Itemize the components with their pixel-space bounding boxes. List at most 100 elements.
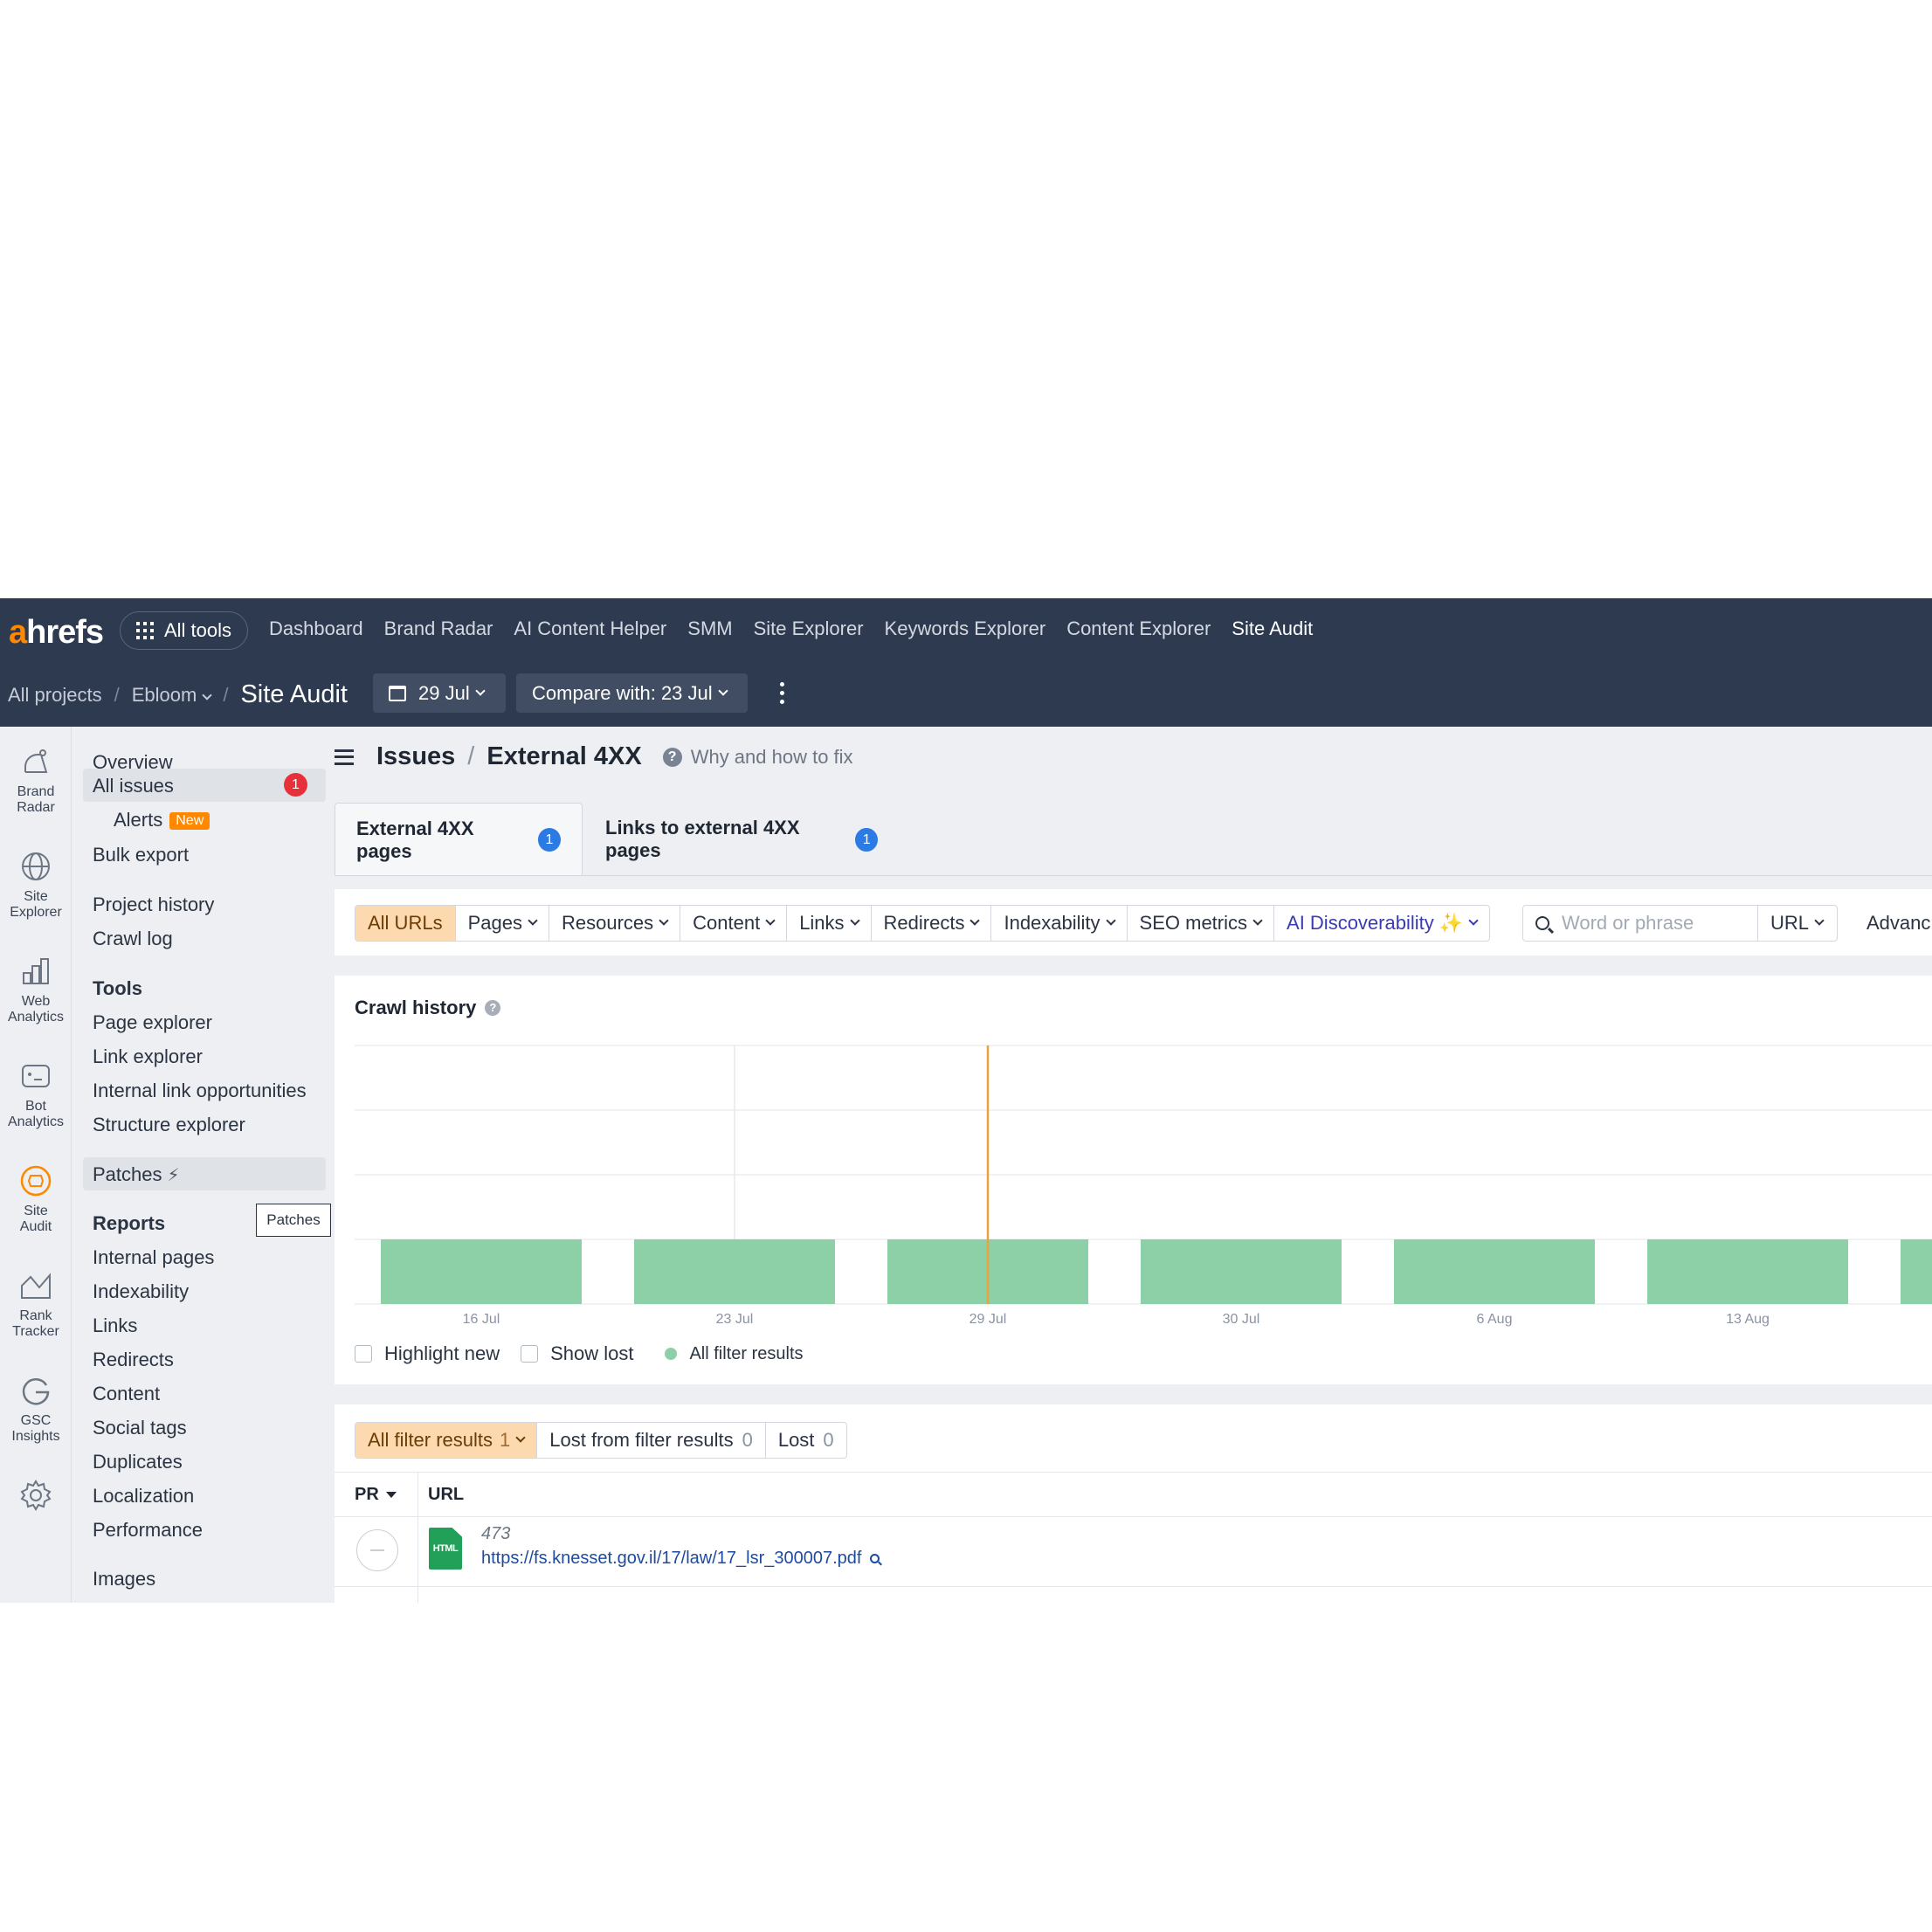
rank-tracker-icon xyxy=(18,1268,53,1303)
why-how-to-fix-link[interactable]: Why and how to fix xyxy=(691,746,853,769)
sidebar-item-bulk-export[interactable]: Bulk export xyxy=(93,844,189,866)
filter-all-urls[interactable]: All URLs xyxy=(355,906,456,941)
chart-bar xyxy=(1901,1239,1932,1304)
sidebar-item-patches[interactable]: Patches ⚡ xyxy=(93,1163,180,1186)
sidebar-item-structure-explorer[interactable]: Structure explorer xyxy=(93,1114,245,1136)
x-tick-label: 23 Jul xyxy=(716,1312,754,1327)
header-issue-title: External 4XX xyxy=(486,742,642,770)
advanced-filter-button[interactable]: Advanc xyxy=(1866,912,1930,935)
filter-redirects[interactable]: Redirects xyxy=(872,906,992,941)
tab-links-to-external-4xx-pages[interactable]: Links to external 4XX pages 1 xyxy=(584,803,899,876)
brand-radar-icon xyxy=(18,744,53,779)
lightning-icon: ⚡ xyxy=(167,1166,180,1185)
search-scope-select[interactable]: URL xyxy=(1757,905,1838,942)
apps-grid-icon xyxy=(136,622,154,639)
menu-icon[interactable] xyxy=(335,749,354,765)
sidebar-item-performance[interactable]: Performance xyxy=(93,1519,203,1542)
filter-content[interactable]: Content xyxy=(680,906,788,941)
all-tools-button[interactable]: All tools xyxy=(120,611,248,650)
sidebar-item-redirects[interactable]: Redirects xyxy=(93,1349,174,1371)
rail-bot-analytics[interactable]: Bot Analytics xyxy=(0,1059,72,1130)
nav-ai-content-helper[interactable]: AI Content Helper xyxy=(514,618,666,640)
header-section[interactable]: Issues xyxy=(376,742,455,771)
more-options-icon[interactable] xyxy=(780,682,785,704)
rail-web-analytics[interactable]: Web Analytics xyxy=(0,954,72,1025)
rail-settings[interactable] xyxy=(0,1478,72,1518)
filter-links[interactable]: Links xyxy=(787,906,872,941)
results-lost-from-filter[interactable]: Lost from filter results 0 xyxy=(537,1423,766,1458)
sparkle-icon: ✨ xyxy=(1439,912,1464,934)
nav-site-explorer[interactable]: Site Explorer xyxy=(754,618,864,640)
tool-rail: Brand Radar Site Explorer Web Analytics Bot… xyxy=(0,727,72,1603)
results-lost[interactable]: Lost 0 xyxy=(766,1423,846,1458)
sidebar-item-duplicates[interactable]: Duplicates xyxy=(93,1451,183,1473)
sidebar-item-content[interactable]: Content xyxy=(93,1383,160,1405)
results-all-filter-results[interactable]: All filter results 1 xyxy=(355,1423,538,1458)
chart-bar xyxy=(1647,1239,1848,1304)
chevron-down-icon xyxy=(765,915,776,926)
nav-brand-radar[interactable]: Brand Radar xyxy=(384,618,493,640)
tab-external-4xx-pages[interactable]: External 4XX pages 1 xyxy=(335,803,583,876)
bar-chart-icon xyxy=(18,954,53,989)
filter-pages[interactable]: Pages xyxy=(456,906,549,941)
header-separator: / xyxy=(467,742,475,770)
chart-title: Crawl history? xyxy=(355,997,501,1019)
series-dot-icon xyxy=(665,1348,678,1360)
rail-site-audit[interactable]: Site Audit xyxy=(0,1163,72,1235)
highlight-new-label: Highlight new xyxy=(384,1342,500,1364)
show-lost-checkbox[interactable] xyxy=(521,1345,539,1363)
sidebar-item-project-history[interactable]: Project history xyxy=(93,894,214,916)
sidebar-item-all-issues[interactable]: All issues xyxy=(93,775,174,797)
column-url[interactable]: URL xyxy=(428,1485,464,1505)
google-icon xyxy=(18,1373,53,1408)
sidebar-item-indexability[interactable]: Indexability xyxy=(93,1280,189,1303)
sidebar-item-internal-link-opportunities[interactable]: Internal link opportunities xyxy=(93,1080,307,1102)
help-icon[interactable]: ? xyxy=(662,747,682,767)
breadcrumb: All projects / Ebloom / Site Audit xyxy=(8,680,348,709)
x-tick-label: 16 Jul xyxy=(463,1312,500,1327)
nav-content-explorer[interactable]: Content Explorer xyxy=(1066,618,1211,640)
sub-navigation: All projects / Ebloom / Site Audit 29 Ju… xyxy=(0,673,1932,727)
filter-indexability[interactable]: Indexability xyxy=(991,906,1128,941)
inspect-icon[interactable] xyxy=(870,1554,880,1563)
row-url-link[interactable]: https://fs.knesset.gov.il/17/law/17_lsr_… xyxy=(481,1549,880,1569)
results-card: All filter results 1 Lost from filter res… xyxy=(335,1404,1932,1603)
chart-bar xyxy=(381,1239,582,1304)
breadcrumb-all-projects[interactable]: All projects xyxy=(8,684,102,707)
column-pr[interactable]: PR xyxy=(355,1485,397,1505)
sidebar-item-social-tags[interactable]: Social tags xyxy=(93,1417,187,1439)
filter-seo-metrics[interactable]: SEO metrics xyxy=(1128,906,1275,941)
search-input[interactable] xyxy=(1560,911,1743,935)
nav-keywords-explorer[interactable]: Keywords Explorer xyxy=(885,618,1046,640)
rail-gsc-insights[interactable]: GSC Insights xyxy=(0,1373,72,1445)
nav-site-audit[interactable]: Site Audit xyxy=(1232,618,1313,640)
sidebar-item-images[interactable]: Images xyxy=(93,1568,155,1590)
rail-brand-radar[interactable]: Brand Radar xyxy=(0,744,72,816)
chevron-down-icon xyxy=(1468,915,1479,926)
sidebar-item-internal-pages[interactable]: Internal pages xyxy=(93,1246,214,1269)
sidebar-item-link-explorer[interactable]: Link explorer xyxy=(93,1045,203,1068)
sidebar-item-localization[interactable]: Localization xyxy=(93,1485,194,1508)
filter-ai-discoverability[interactable]: AI Discoverability ✨ xyxy=(1274,906,1489,941)
project-dropdown[interactable]: Ebloom xyxy=(132,684,212,707)
highlight-new-checkbox[interactable] xyxy=(355,1345,372,1363)
rail-site-explorer[interactable]: Site Explorer xyxy=(0,849,72,921)
sidebar: Overview All issues 1 Alerts New Bulk exp… xyxy=(72,727,335,1603)
issues-count-badge: 1 xyxy=(284,773,307,797)
chevron-down-icon xyxy=(515,1432,526,1443)
help-icon[interactable]: ? xyxy=(485,1000,501,1016)
sidebar-item-alerts[interactable]: Alerts New xyxy=(114,809,210,831)
sidebar-item-links[interactable]: Links xyxy=(93,1314,137,1337)
rail-rank-tracker[interactable]: Rank Tracker xyxy=(0,1268,72,1340)
nav-dashboard[interactable]: Dashboard xyxy=(269,618,363,640)
nav-smm[interactable]: SMM xyxy=(687,618,732,640)
sidebar-item-page-explorer[interactable]: Page explorer xyxy=(93,1011,212,1034)
show-lost-label: Show lost xyxy=(550,1342,634,1364)
date-picker-button[interactable]: 29 Jul xyxy=(373,673,506,713)
main-content: Issues / External 4XX ? Why and how to f… xyxy=(335,727,1932,1603)
chevron-down-icon xyxy=(717,685,728,696)
compare-button[interactable]: Compare with: 23 Jul xyxy=(516,673,748,713)
filter-resources[interactable]: Resources xyxy=(549,906,681,941)
sidebar-item-crawl-log[interactable]: Crawl log xyxy=(93,928,173,950)
ahrefs-logo[interactable]: ahrefs xyxy=(9,614,104,652)
